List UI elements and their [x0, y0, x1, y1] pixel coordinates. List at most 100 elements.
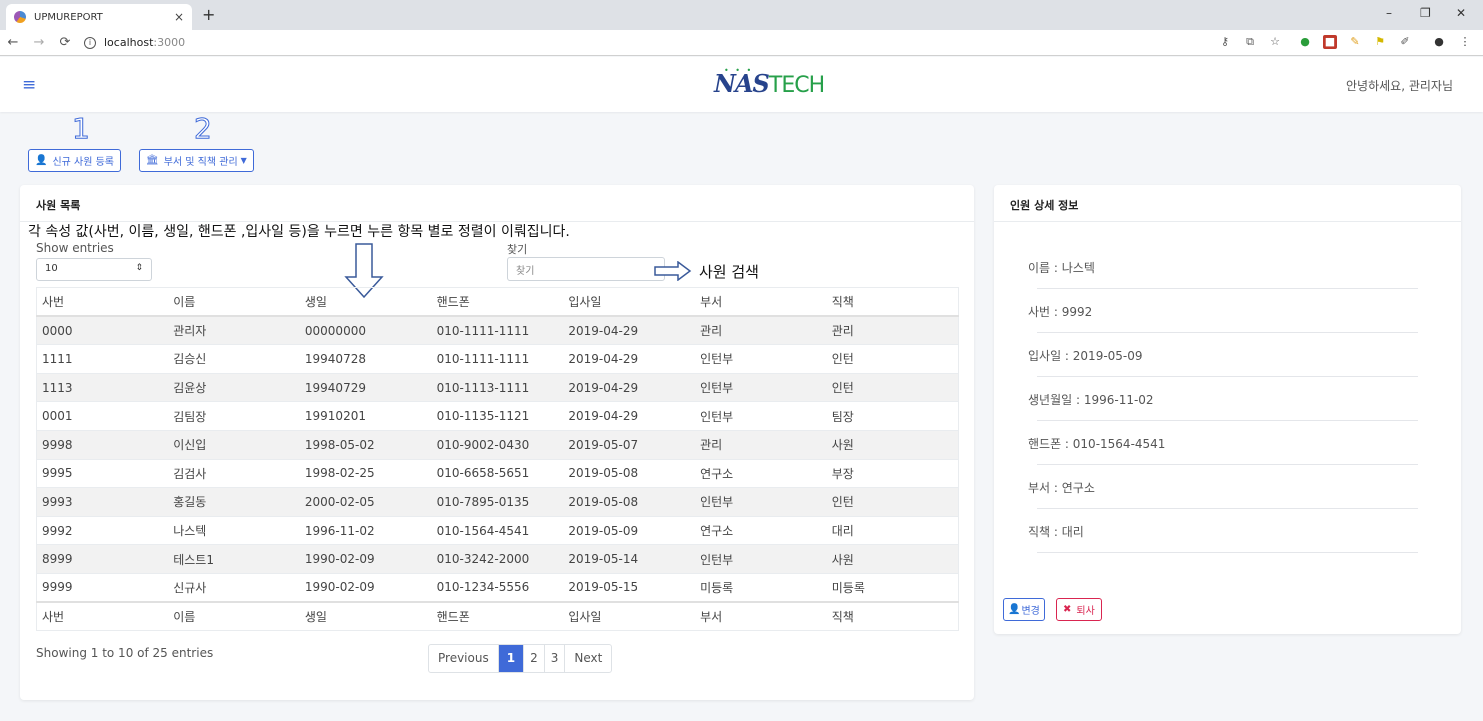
extension-pencil-icon[interactable]: ✎: [1348, 35, 1362, 49]
register-employee-button[interactable]: 👤 신규 사원 등록: [28, 149, 122, 172]
address-bar: ← → ⟳ i localhost:3000: [0, 30, 1483, 56]
table-row[interactable]: 0000 관리자 00000000 010-1111-1111 2019-04-29 관리…: [36, 315, 959, 345]
page-3-button[interactable]: 3: [545, 645, 566, 672]
cell: 1111: [36, 344, 169, 374]
minimize-button[interactable]: –: [1386, 6, 1392, 20]
page-2-button[interactable]: 2: [524, 645, 545, 672]
cell: 19910201: [299, 401, 432, 431]
bank-icon: 🏛: [146, 155, 159, 166]
cell: 인턴부: [695, 372, 827, 402]
showing-entries-text: Showing 1 to 10 of 25 entries: [36, 646, 214, 660]
cell: 010-1564-4541: [431, 515, 564, 545]
col-footer-hire-date[interactable]: 입사일: [563, 601, 696, 632]
cell: 010-1111-1111: [431, 344, 564, 374]
cell: 대리: [826, 515, 959, 545]
col-header-birth[interactable]: 생일: [299, 287, 432, 318]
divider: [1037, 332, 1418, 333]
col-footer-position[interactable]: 직책: [826, 601, 959, 632]
user-plus-icon: 👤: [35, 155, 48, 166]
info-icon[interactable]: i: [84, 36, 96, 49]
table-row[interactable]: 8999 테스트1 1990-02-09 010-3242-2000 2019-05-1…: [36, 544, 959, 574]
star-icon[interactable]: ☆: [1268, 35, 1282, 49]
edit-employee-button[interactable]: 👤 변경: [1003, 598, 1045, 621]
table-row[interactable]: 1111 김승신 19940728 010-1111-1111 2019-04-29 인턴…: [36, 344, 959, 374]
cell: 2019-05-14: [563, 544, 696, 574]
table-row[interactable]: 9993 홍길동 2000-02-05 010-7895-0135 2019-05-08…: [36, 487, 959, 517]
previous-page-button[interactable]: Previous: [429, 645, 499, 672]
extension-green-icon[interactable]: ●: [1298, 35, 1312, 49]
cell: 19940729: [299, 372, 432, 402]
employee-table: 사번 이름 생일 핸드폰 입사일 부서 직책 0000 관리자 00000000 01…: [36, 287, 959, 632]
close-window-button[interactable]: ✕: [1456, 6, 1466, 20]
reload-icon[interactable]: ⟳: [52, 35, 78, 50]
cell: 김팀장: [168, 401, 300, 431]
search-label: 찾기: [507, 243, 528, 256]
detail-position: 직책 : 대리: [1028, 525, 1084, 539]
cell: 010-1113-1111: [431, 372, 564, 402]
extension-red-icon[interactable]: ■: [1323, 35, 1337, 49]
col-footer-emp-no[interactable]: 사번: [36, 601, 169, 632]
select-caret-icon: ⇕: [135, 263, 143, 273]
cell: 사원: [826, 544, 959, 574]
menu-dots-icon[interactable]: ⋮: [1458, 35, 1472, 49]
forward-icon[interactable]: →: [26, 35, 52, 50]
col-footer-dept[interactable]: 부서: [695, 601, 827, 632]
cell: 1998-02-25: [299, 458, 432, 488]
col-footer-phone[interactable]: 핸드폰: [431, 601, 564, 632]
col-header-hire-date[interactable]: 입사일: [563, 287, 696, 318]
table-row[interactable]: 1113 김윤상 19940729 010-1113-1111 2019-04-29 인턴…: [36, 372, 959, 402]
annotation-2: 2: [194, 112, 213, 146]
eyedropper-icon[interactable]: ✐: [1398, 35, 1412, 49]
next-page-button[interactable]: Next: [565, 645, 611, 672]
cell: 2019-05-07: [563, 429, 696, 460]
cell: 2019-04-29: [563, 344, 696, 374]
cell: 테스트1: [168, 544, 300, 574]
cell: 010-7895-0135: [431, 487, 564, 517]
table-footer-row: 사번 이름 생일 핸드폰 입사일 부서 직책: [36, 601, 959, 632]
col-footer-birth[interactable]: 생일: [299, 601, 432, 632]
entries-select[interactable]: 10 ⇕: [36, 258, 152, 281]
dept-position-dropdown[interactable]: 🏛 부서 및 직책 관리 ▼: [139, 149, 254, 172]
table-row[interactable]: 9998 이신입 1998-05-02 010-9002-0430 2019-05-07…: [36, 429, 959, 460]
cell: 010-1234-5556: [431, 572, 564, 603]
cell: 사원: [826, 429, 959, 460]
cell: 9992: [36, 515, 169, 545]
tab-title: UPMUREPORT: [34, 11, 103, 23]
col-header-position[interactable]: 직책: [826, 287, 959, 318]
url-field[interactable]: i localhost:3000: [84, 36, 185, 49]
tab-close-icon[interactable]: ×: [174, 10, 184, 24]
browser-tab[interactable]: UPMUREPORT ×: [6, 4, 192, 30]
cell: 2019-05-15: [563, 572, 696, 603]
cell: 2019-04-29: [563, 315, 696, 345]
table-row[interactable]: 9995 김검사 1998-02-25 010-6658-5651 2019-05-08…: [36, 458, 959, 488]
col-header-phone[interactable]: 핸드폰: [431, 287, 564, 318]
cell: 010-1135-1121: [431, 401, 564, 431]
search-input[interactable]: 찾기: [507, 257, 665, 281]
col-header-emp-no[interactable]: 사번: [36, 287, 169, 318]
extension-flag-icon[interactable]: ⚑: [1373, 35, 1387, 49]
table-row[interactable]: 9992 나스텍 1996-11-02 010-1564-4541 2019-05-09…: [36, 515, 959, 545]
profile-icon[interactable]: ●: [1432, 35, 1446, 49]
translate-icon[interactable]: ⧉: [1243, 35, 1257, 49]
table-row[interactable]: 0001 김팀장 19910201 010-1135-1121 2019-04-29 인턴…: [36, 401, 959, 431]
resign-employee-button[interactable]: ✖ 퇴사: [1056, 598, 1102, 621]
divider: [1037, 376, 1418, 377]
logo-dots: • • •: [724, 66, 754, 75]
cell: 2019-04-29: [563, 372, 696, 402]
back-icon[interactable]: ←: [0, 35, 26, 50]
col-header-name[interactable]: 이름: [168, 287, 300, 318]
search-hint-annotation: 사원 검색: [699, 263, 759, 281]
maximize-button[interactable]: ❐: [1420, 6, 1431, 20]
table-row[interactable]: 9999 신규사 1990-02-09 010-1234-5556 2019-05-15…: [36, 572, 959, 603]
key-icon[interactable]: ⚷: [1218, 35, 1232, 49]
hamburger-icon[interactable]: ≡: [22, 75, 36, 95]
cell: 인턴부: [695, 344, 827, 374]
cell: 9999: [36, 572, 169, 603]
cell: 1998-05-02: [299, 429, 432, 460]
page-1-button[interactable]: 1: [498, 645, 525, 672]
cell: 1996-11-02: [299, 515, 432, 545]
new-tab-button[interactable]: +: [202, 5, 215, 24]
col-header-dept[interactable]: 부서: [695, 287, 827, 318]
employee-detail-title: 인원 상세 정보: [994, 185, 1461, 222]
col-footer-name[interactable]: 이름: [168, 601, 300, 632]
